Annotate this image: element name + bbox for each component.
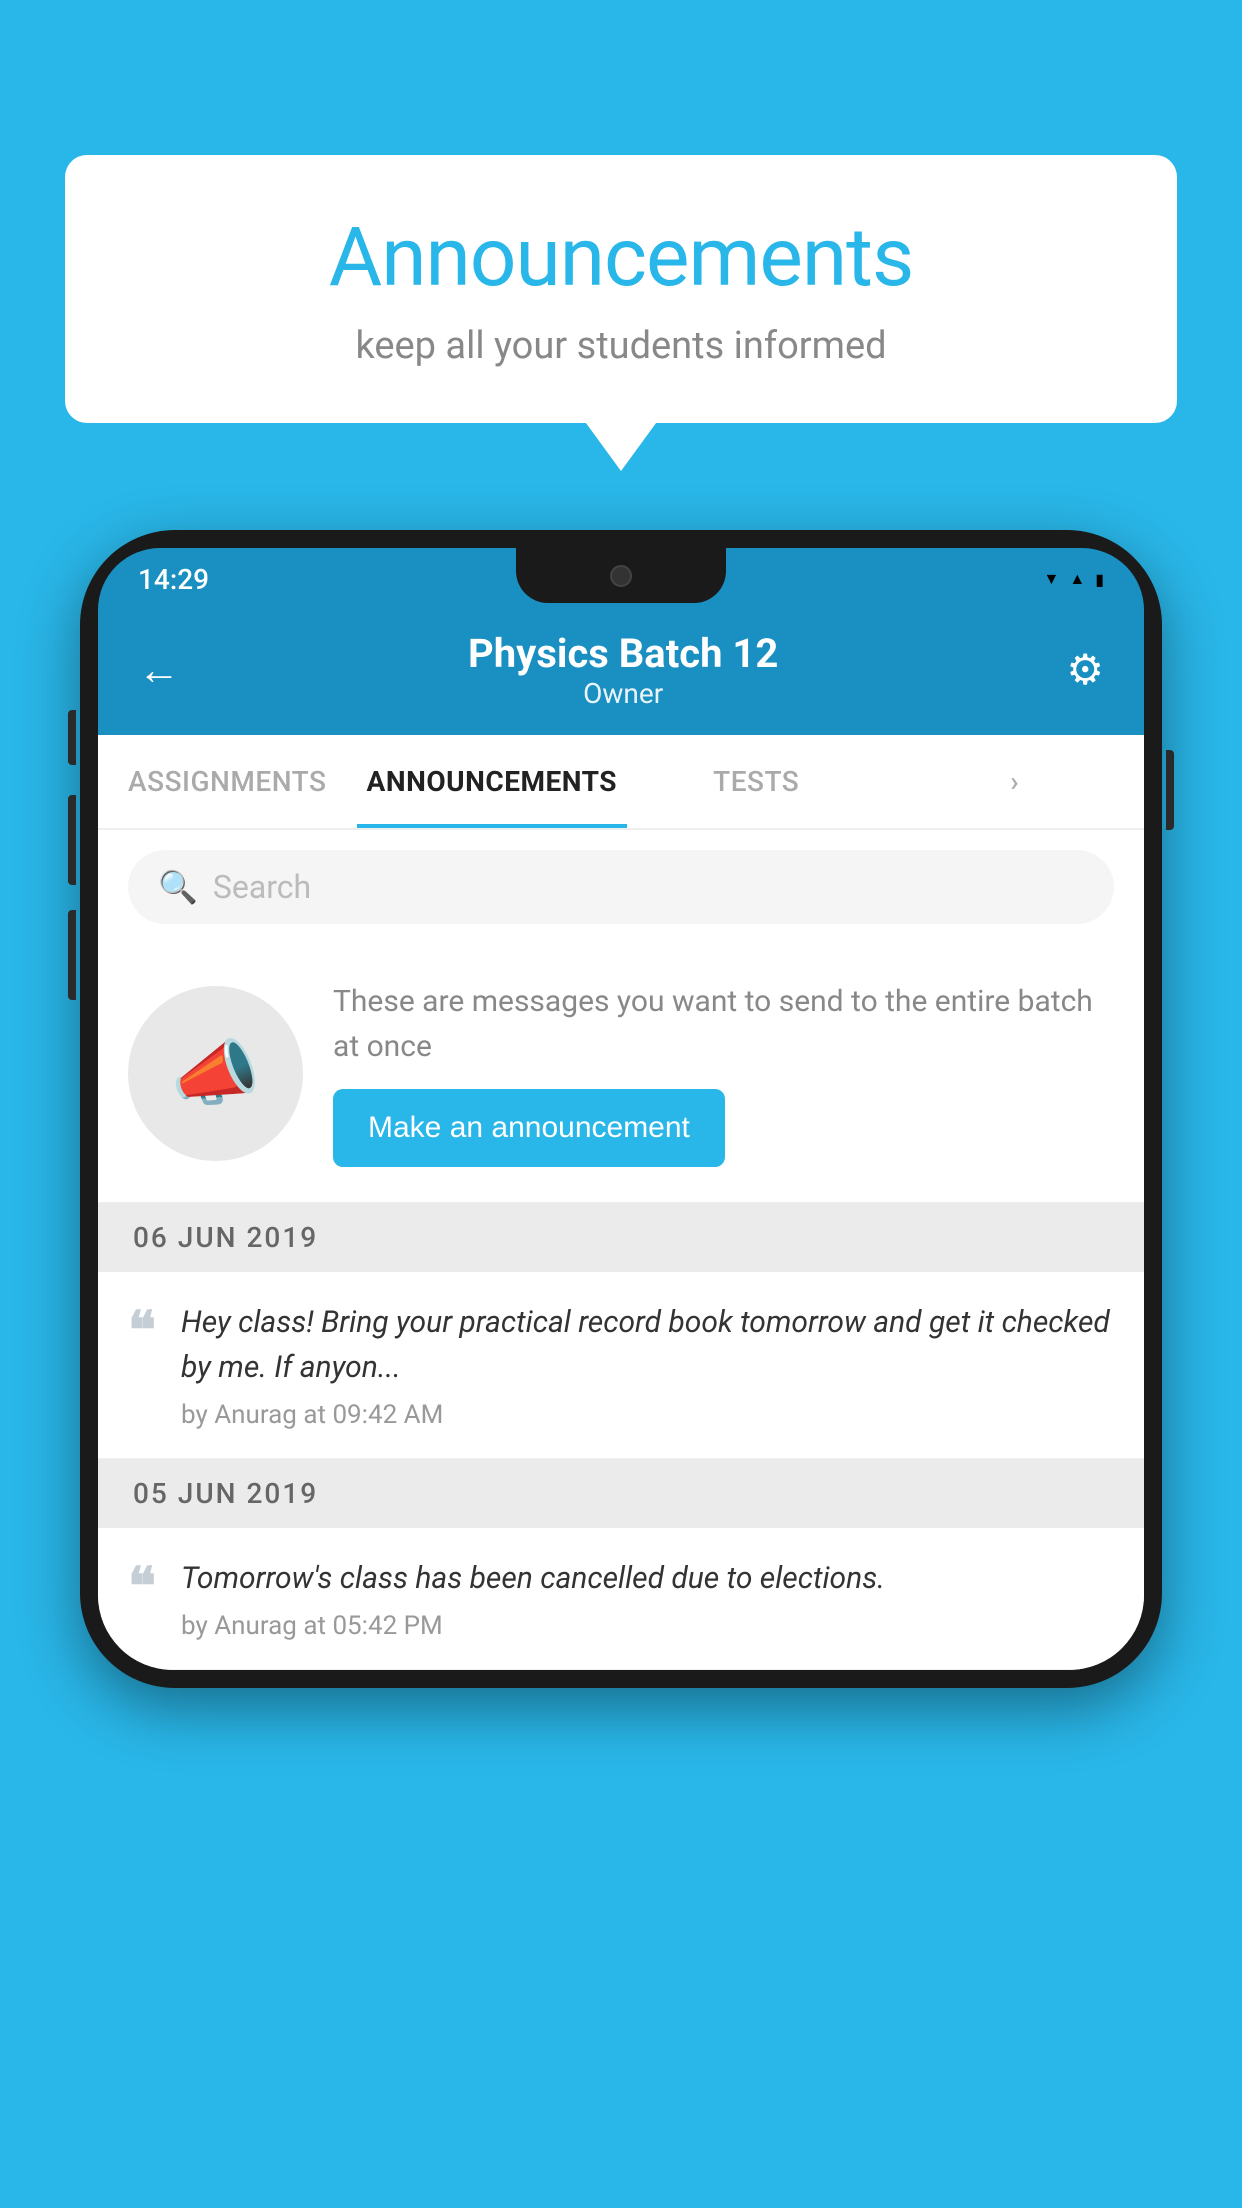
promo-section: 📣 These are messages you want to send to… (98, 944, 1144, 1203)
header-center: Physics Batch 12 Owner (180, 630, 1066, 710)
search-bar[interactable]: 🔍 Search (128, 850, 1114, 924)
volume-silent-button (68, 710, 76, 765)
megaphone-circle: 📣 (128, 986, 303, 1161)
tab-more[interactable]: › (885, 735, 1144, 828)
make-announcement-button[interactable]: Make an announcement (333, 1089, 725, 1167)
announcement-meta-2: by Anurag at 05:42 PM (181, 1611, 1114, 1641)
batch-role: Owner (180, 677, 1066, 710)
announcement-item-2[interactable]: ❝ Tomorrow's class has been cancelled du… (98, 1528, 1144, 1670)
speech-bubble: Announcements keep all your students inf… (65, 155, 1177, 423)
wifi-icon: ▼ (1044, 569, 1060, 589)
announcement-content-1: Hey class! Bring your practical record b… (181, 1300, 1114, 1430)
quote-icon-2: ❝ (128, 1561, 156, 1613)
volume-down-button (68, 910, 76, 1000)
date-header-1: 06 JUN 2019 (98, 1203, 1144, 1272)
tab-assignments[interactable]: ASSIGNMENTS (98, 735, 357, 828)
signal-icon: ▲ (1069, 569, 1085, 589)
bubble-title: Announcements (125, 210, 1117, 306)
announcement-text-1: Hey class! Bring your practical record b… (181, 1300, 1114, 1390)
tab-tests[interactable]: TESTS (627, 735, 886, 828)
announcement-meta-1: by Anurag at 09:42 AM (181, 1400, 1114, 1430)
bubble-subtitle: keep all your students informed (125, 324, 1117, 368)
batch-title: Physics Batch 12 (180, 630, 1066, 677)
app-header: ← Physics Batch 12 Owner ⚙ (98, 610, 1144, 735)
search-placeholder: Search (213, 868, 311, 906)
phone-notch (516, 548, 726, 603)
speech-bubble-section: Announcements keep all your students inf… (65, 155, 1177, 423)
announcement-item-1[interactable]: ❝ Hey class! Bring your practical record… (98, 1272, 1144, 1459)
date-header-2: 05 JUN 2019 (98, 1459, 1144, 1528)
settings-button[interactable]: ⚙ (1066, 645, 1104, 695)
camera-dot (610, 565, 632, 587)
announcement-text-2: Tomorrow's class has been cancelled due … (181, 1556, 1114, 1601)
volume-up-button (68, 795, 76, 885)
phone-mockup: 14:29 ▼ ▲ ▮ ← Physics Batch 12 Owner ⚙ A… (80, 530, 1162, 1688)
battery-icon: ▮ (1095, 570, 1104, 589)
megaphone-icon: 📣 (171, 1031, 261, 1116)
search-icon: 🔍 (158, 868, 198, 906)
power-button (1166, 750, 1174, 830)
quote-icon-1: ❝ (128, 1305, 156, 1357)
status-icons: ▼ ▲ ▮ (1044, 569, 1105, 589)
phone-body: 14:29 ▼ ▲ ▮ ← Physics Batch 12 Owner ⚙ A… (80, 530, 1162, 1688)
phone-screen: ASSIGNMENTS ANNOUNCEMENTS TESTS › 🔍 Sear… (98, 735, 1144, 1670)
tab-bar: ASSIGNMENTS ANNOUNCEMENTS TESTS › (98, 735, 1144, 830)
promo-content: These are messages you want to send to t… (333, 979, 1114, 1167)
search-container: 🔍 Search (98, 830, 1144, 944)
announcement-content-2: Tomorrow's class has been cancelled due … (181, 1556, 1114, 1641)
promo-description: These are messages you want to send to t… (333, 979, 1114, 1069)
status-time: 14:29 (138, 563, 209, 596)
back-button[interactable]: ← (138, 646, 180, 695)
tab-announcements[interactable]: ANNOUNCEMENTS (357, 735, 627, 828)
